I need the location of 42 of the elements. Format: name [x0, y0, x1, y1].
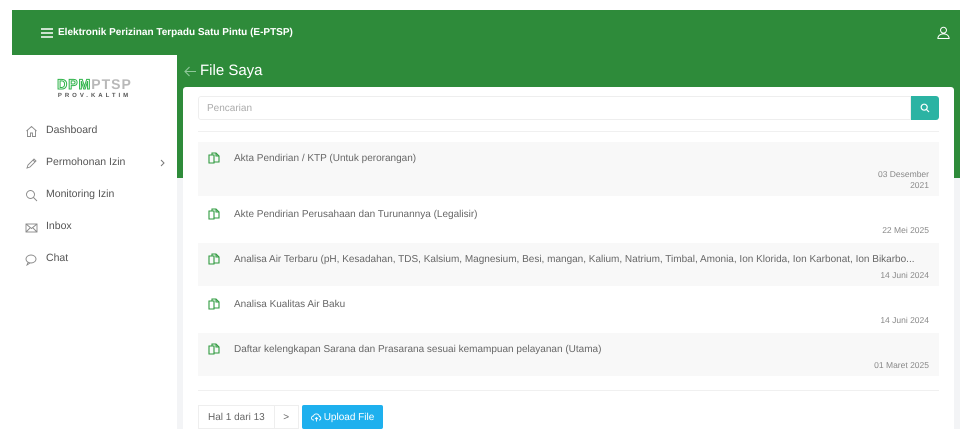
mail-icon [25, 220, 38, 234]
file-date: 14 Juni 2024 [880, 315, 929, 326]
documents-icon [208, 208, 220, 220]
home-icon [25, 124, 38, 138]
page-title: File Saya [200, 60, 263, 81]
file-row[interactable]: Analisa Air Terbaru (pH, Kesadahan, TDS, Kalsium, Magnesium, Besi, mangan, Kalium, Natrium, Timbal, Amonia, Ion Klorida, Ion Karbonat, Ion Bikarbo... 14 Juni 2024 [198, 243, 939, 286]
sidebar-item[interactable]: Monitoring Izin [46, 187, 165, 203]
menu-icon[interactable] [41, 28, 53, 38]
file-date: 03 Desember 2021 [876, 169, 929, 191]
documents-icon [208, 343, 220, 355]
logo-text: DPM [57, 77, 92, 91]
user-icon[interactable] [937, 26, 950, 39]
sidebar-item[interactable]: Inbox [46, 219, 165, 235]
search-button[interactable] [911, 96, 939, 120]
sidebar-item[interactable]: Chat [46, 251, 165, 267]
file-name: Analisa Air Terbaru (pH, Kesadahan, TDS, Kalsium, Magnesium, Besi, mangan, Kalium, Natrium, Timbal, Amonia, Ion Klorida, Ion Karbonat, Ion Bikarbo... [234, 253, 916, 267]
page-indicator: Hal 1 dari 13 [198, 405, 275, 429]
file-row[interactable]: Akta Pendirian / KTP (Untuk perorangan) 03 Desember 2021 [198, 142, 939, 196]
search-icon [920, 103, 930, 113]
file-date: 22 Mei 2025 [882, 225, 929, 236]
file-name: Daftar kelengkapan Sarana dan Prasarana sesuai kemampuan pelayanan (Utama) [234, 343, 602, 357]
sidebar-item[interactable]: Permohonan Izin [46, 155, 160, 171]
app-title: Elektronik Perizinan Terpadu Satu Pintu (E-PTSP) [58, 26, 293, 40]
file-name: Akte Pendirian Perusahaan dan Turunannya (Legalisir) [234, 208, 478, 222]
search-field[interactable]: Pencarian [198, 96, 911, 120]
file-date: 14 Juni 2024 [880, 270, 929, 281]
search-icon [25, 188, 38, 202]
file-row[interactable]: Daftar kelengkapan Sarana dan Prasarana sesuai kemampuan pelayanan (Utama) 01 Maret 2025 [198, 333, 939, 376]
logo-accent: PTSP [91, 77, 132, 91]
pencil-icon [25, 156, 38, 170]
documents-icon [208, 152, 220, 164]
back-arrow-icon[interactable] [184, 66, 197, 76]
sidebar-item[interactable]: Dashboard [46, 123, 165, 139]
documents-icon [208, 298, 220, 310]
file-name: Analisa Kualitas Air Baku [234, 298, 346, 312]
cloud-upload-icon [310, 412, 322, 422]
file-name: Akta Pendirian / KTP (Untuk perorangan) [234, 152, 418, 166]
next-page-button[interactable]: > [274, 405, 299, 429]
chat-icon [25, 252, 38, 266]
documents-icon [208, 253, 220, 265]
chevron-right-icon[interactable] [160, 159, 165, 167]
file-date: 01 Maret 2025 [874, 360, 929, 371]
